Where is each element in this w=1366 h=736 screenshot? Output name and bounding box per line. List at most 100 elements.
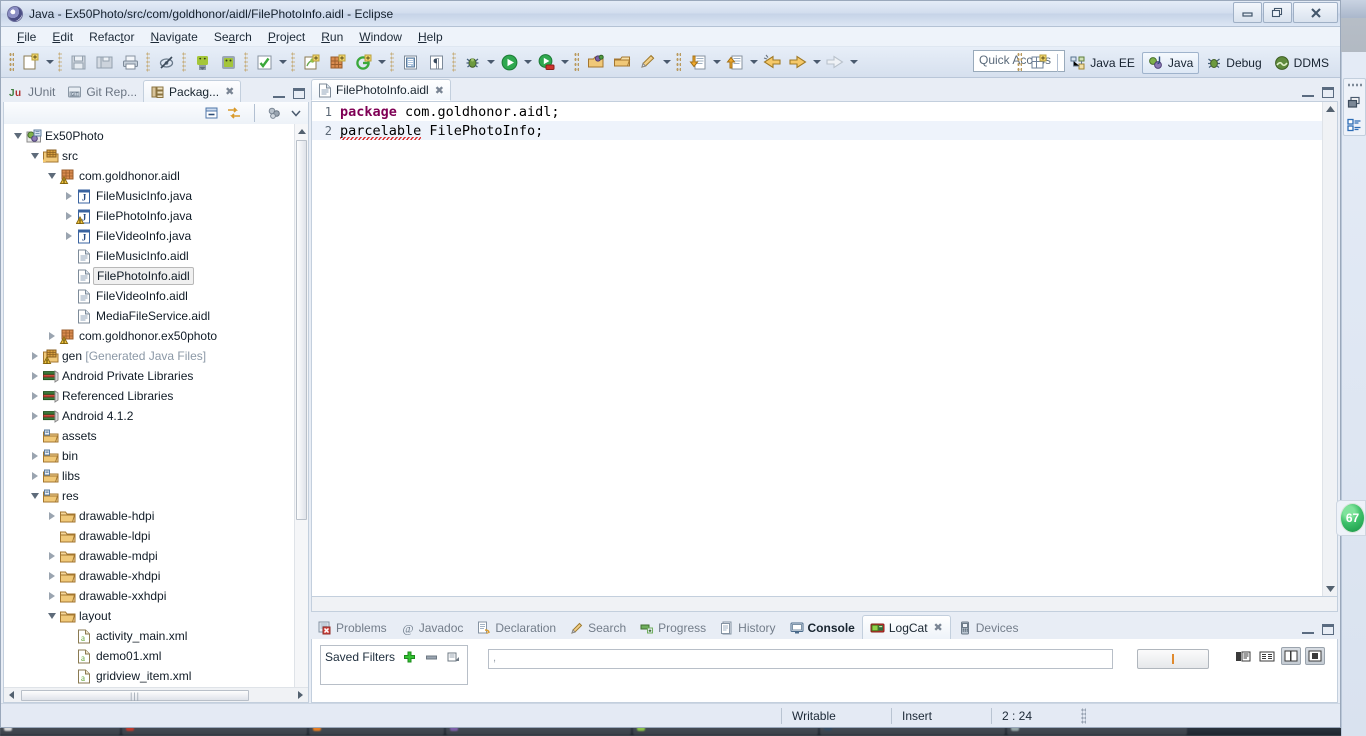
- tree-item[interactable]: Android Private Libraries: [4, 366, 308, 386]
- toolbar-grip-2[interactable]: [58, 52, 62, 72]
- scroll-up-icon[interactable]: [295, 124, 308, 138]
- menu-edit[interactable]: Edit: [44, 29, 81, 45]
- tab-devices[interactable]: Devices: [951, 617, 1026, 639]
- toolbar-grip[interactable]: [9, 51, 14, 73]
- toolbar-grip-3[interactable]: [146, 52, 150, 72]
- open-type-hierarchy-icon[interactable]: [584, 50, 608, 74]
- expand-arrow-icon[interactable]: [46, 586, 58, 606]
- tree-scroll-thumb[interactable]: [296, 140, 307, 520]
- toggle-mark-occurrences-icon[interactable]: [154, 50, 178, 74]
- toolbar-grip-9[interactable]: [574, 51, 579, 73]
- menu-navigate[interactable]: Navigate: [142, 29, 205, 45]
- minimize-icon[interactable]: [1302, 87, 1314, 97]
- open-type-icon[interactable]: [398, 50, 422, 74]
- run-dropdown-icon[interactable]: [522, 51, 533, 73]
- collapse-all-icon[interactable]: [204, 106, 219, 120]
- toolbar-grip-10[interactable]: [676, 51, 681, 73]
- expand-arrow-icon[interactable]: [29, 466, 41, 486]
- tree-hscroll-thumb[interactable]: |||: [21, 690, 249, 701]
- expand-arrow-icon[interactable]: [46, 506, 58, 526]
- menu-file[interactable]: File: [9, 29, 44, 45]
- tab-declaration[interactable]: Declaration: [470, 617, 563, 639]
- tree-item[interactable]: com.goldhonor.ex50photo: [4, 326, 308, 346]
- tree-item[interactable]: assets: [4, 426, 308, 446]
- print-icon[interactable]: [118, 50, 142, 74]
- forward-disabled-dropdown-icon[interactable]: [848, 51, 859, 73]
- edit-dropdown-icon[interactable]: [661, 51, 672, 73]
- tree-item[interactable]: drawable-xhdpi: [4, 566, 308, 586]
- expand-arrow-icon[interactable]: [29, 386, 41, 406]
- previous-annotation-dropdown-icon[interactable]: [748, 51, 759, 73]
- maximize-icon[interactable]: [1322, 87, 1334, 98]
- tree-item[interactable]: J FileMusicInfo.java: [4, 186, 308, 206]
- tree-item[interactable]: drawable-hdpi: [4, 506, 308, 526]
- back-forward-dropdown-icon[interactable]: [811, 51, 822, 73]
- expand-arrow-icon[interactable]: [63, 226, 75, 246]
- edit-icon[interactable]: [636, 50, 660, 74]
- tree-item[interactable]: FileMusicInfo.aidl: [4, 246, 308, 266]
- run-android-icon[interactable]: [534, 50, 558, 74]
- scroll-lock-icon[interactable]: [1257, 647, 1277, 665]
- forward-icon[interactable]: [786, 50, 810, 74]
- tree-item[interactable]: gen [Generated Java Files]: [4, 346, 308, 366]
- tree-item[interactable]: drawable-ldpi: [4, 526, 308, 546]
- toolbar-grip-7[interactable]: [390, 52, 394, 72]
- perspective-java[interactable]: Java: [1141, 51, 1200, 74]
- edit-filter-icon[interactable]: [445, 650, 461, 664]
- tree-item[interactable]: libs: [4, 466, 308, 486]
- debug-dropdown-icon[interactable]: [485, 51, 496, 73]
- collapse-arrow-icon[interactable]: [12, 126, 24, 146]
- tab-search[interactable]: Search: [563, 617, 633, 639]
- link-with-editor-icon[interactable]: [226, 106, 242, 120]
- scroll-down-icon[interactable]: [1323, 582, 1338, 596]
- tab-javadoc[interactable]: @ Javadoc: [394, 617, 471, 639]
- editor-horizontal-scrollbar[interactable]: [311, 597, 1338, 612]
- outline-view-icon[interactable]: [1346, 117, 1363, 132]
- perspective-debug[interactable]: Debug: [1201, 53, 1266, 73]
- maximize-icon[interactable]: [293, 88, 305, 99]
- tree-item[interactable]: FileVideoInfo.aidl: [4, 286, 308, 306]
- new-android-activity-icon[interactable]: [351, 50, 375, 74]
- tab-history[interactable]: History: [713, 617, 782, 639]
- toolbar-grip-6[interactable]: [291, 52, 295, 72]
- next-annotation-dropdown-icon[interactable]: [711, 51, 722, 73]
- tree-item[interactable]: a activity_main.xml: [4, 626, 308, 646]
- expand-arrow-icon[interactable]: [63, 186, 75, 206]
- add-icon[interactable]: [401, 650, 417, 664]
- close-icon[interactable]: ✖: [435, 84, 444, 97]
- debug-icon[interactable]: [460, 50, 484, 74]
- tree-item[interactable]: Android 4.1.2: [4, 406, 308, 426]
- tree-item[interactable]: Referenced Libraries: [4, 386, 308, 406]
- perspective-grip[interactable]: [1017, 52, 1023, 73]
- scroll-left-icon[interactable]: [4, 691, 19, 699]
- view-menu-icon[interactable]: [289, 107, 303, 119]
- new-android-activity-dropdown-icon[interactable]: [376, 51, 387, 73]
- android-avd-manager-icon[interactable]: [216, 50, 240, 74]
- menu-window[interactable]: Window: [351, 29, 410, 45]
- collapse-arrow-icon[interactable]: [46, 606, 58, 626]
- new-wizard-icon[interactable]: [19, 50, 43, 74]
- tree-item[interactable]: a demo01.xml: [4, 646, 308, 666]
- tab-package-explorer[interactable]: Packag... ✖: [143, 80, 242, 102]
- tree-vertical-scrollbar[interactable]: [294, 124, 308, 702]
- close-icon[interactable]: ✖: [225, 85, 234, 98]
- menu-search[interactable]: Search: [206, 29, 260, 45]
- menu-help[interactable]: Help: [410, 29, 451, 45]
- editor-tab-filephotoinfo-aidl[interactable]: FilePhotoInfo.aidl ✖: [311, 79, 451, 101]
- minimize-icon[interactable]: [1302, 624, 1314, 634]
- tab-progress[interactable]: Progress: [633, 617, 713, 639]
- tree-item[interactable]: res: [4, 486, 308, 506]
- expand-arrow-icon[interactable]: [46, 546, 58, 566]
- restore-button[interactable]: [1263, 2, 1292, 23]
- view-menu-filters-icon[interactable]: [267, 106, 282, 120]
- clear-log-icon[interactable]: [1281, 647, 1301, 665]
- previous-annotation-icon[interactable]: [723, 50, 747, 74]
- status-resize-grip[interactable]: [1081, 707, 1086, 724]
- new-android-xml-icon[interactable]: [325, 50, 349, 74]
- perspective-java-ee[interactable]: Java EE: [1065, 53, 1140, 73]
- android-sdk-manager-icon[interactable]: [190, 50, 214, 74]
- minimize-icon[interactable]: [273, 88, 285, 98]
- tree-item[interactable]: bin: [4, 446, 308, 466]
- check-dropdown-icon[interactable]: [277, 51, 288, 73]
- save-all-icon[interactable]: [92, 50, 116, 74]
